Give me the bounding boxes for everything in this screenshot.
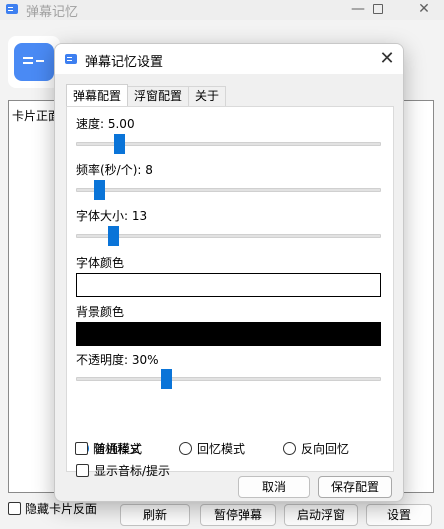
radio-reverse-recall[interactable]: 反向回忆 <box>283 440 349 457</box>
maximize-icon <box>373 4 383 14</box>
font-size-slider[interactable] <box>76 226 381 246</box>
font-size-label: 字体大小: 13 <box>76 209 148 223</box>
slider-thumb[interactable] <box>108 226 119 246</box>
maximize-button[interactable] <box>358 0 398 20</box>
checkbox-box[interactable] <box>76 464 89 477</box>
speed-slider[interactable] <box>76 134 381 154</box>
tab-bar: 弹幕配置 浮窗配置 关于 <box>66 84 227 106</box>
main-window-title: 弹幕记忆 <box>26 5 79 20</box>
radio-button[interactable] <box>179 442 192 455</box>
cancel-button[interactable]: 取消 <box>238 476 310 498</box>
slider-thumb[interactable] <box>114 134 125 154</box>
slider-thumb[interactable] <box>94 180 105 200</box>
slider-track <box>76 188 381 192</box>
show-phonetic-label: 显示音标/提示 <box>94 464 171 478</box>
tab-float-config[interactable]: 浮窗配置 <box>127 86 190 106</box>
refresh-button[interactable]: 刷新 <box>120 504 190 526</box>
radio-label: 反向回忆 <box>301 442 350 456</box>
settings-button[interactable]: 设置 <box>366 504 432 526</box>
app-logo <box>8 36 60 88</box>
opacity-slider[interactable] <box>76 369 381 389</box>
card-front-text: 卡片正面 <box>12 109 61 123</box>
slider-track <box>76 234 381 238</box>
start-float-button[interactable]: 启动浮窗 <box>284 504 358 526</box>
danmaku-config-panel: 速度: 5.00 频率(秒/个): 8 字体大小: 13 字体颜色 背景颜色 不… <box>66 106 394 478</box>
radio-button[interactable] <box>283 442 296 455</box>
hide-back-label: 隐藏卡片反面 <box>25 502 98 516</box>
font-color-swatch[interactable] <box>76 273 381 297</box>
bg-color-label: 背景颜色 <box>76 305 125 319</box>
main-close-button[interactable]: ✕ <box>404 0 444 20</box>
show-phonetic-checkbox[interactable]: 显示音标/提示 <box>76 462 170 479</box>
radio-label: 回忆模式 <box>197 442 246 456</box>
danmaku-logo-icon <box>14 43 54 81</box>
slider-thumb[interactable] <box>161 369 172 389</box>
dialog-close-button[interactable]: ✕ <box>375 48 399 70</box>
radio-recall-mode[interactable]: 回忆模式 <box>179 440 245 457</box>
speed-label: 速度: 5.00 <box>76 117 135 131</box>
hide-back-checkbox[interactable]: 隐藏卡片反面 <box>8 500 97 517</box>
frequency-slider[interactable] <box>76 180 381 200</box>
dialog-app-icon <box>65 54 77 64</box>
save-config-button[interactable]: 保存配置 <box>318 476 392 498</box>
opacity-label: 不透明度: 30% <box>76 353 159 367</box>
main-titlebar: 弹幕记忆 — ✕ <box>0 0 444 20</box>
slider-track <box>76 377 381 381</box>
font-color-label: 字体颜色 <box>76 256 125 270</box>
app-icon <box>6 4 18 14</box>
pause-danmaku-button[interactable]: 暂停弹幕 <box>200 504 276 526</box>
tab-about[interactable]: 关于 <box>188 86 227 106</box>
checkbox-box[interactable] <box>75 442 88 455</box>
frequency-label: 频率(秒/个): 8 <box>76 163 153 177</box>
dialog-titlebar: 弹幕记忆设置 ✕ <box>55 44 403 74</box>
random-meaning-checkbox[interactable]: 随机释义 <box>75 440 141 457</box>
settings-dialog: 弹幕记忆设置 ✕ 弹幕配置 浮窗配置 关于 速度: 5.00 频率(秒/个): … <box>54 43 404 502</box>
random-meaning-label: 随机释义 <box>93 442 142 456</box>
dialog-title: 弹幕记忆设置 <box>85 55 164 70</box>
tab-danmaku-config[interactable]: 弹幕配置 <box>66 84 129 106</box>
bg-color-swatch[interactable] <box>76 322 381 346</box>
checkbox-box[interactable] <box>8 502 21 515</box>
